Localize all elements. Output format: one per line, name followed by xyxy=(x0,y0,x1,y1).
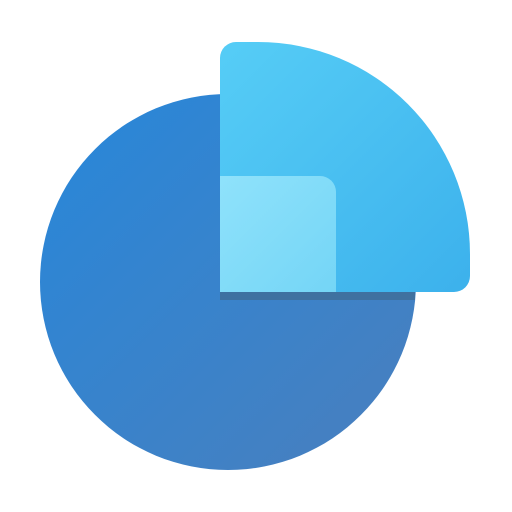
pie-chart-app-icon xyxy=(40,42,470,470)
app-icon-canvas xyxy=(0,0,512,512)
wedge-inner-square xyxy=(220,176,336,292)
